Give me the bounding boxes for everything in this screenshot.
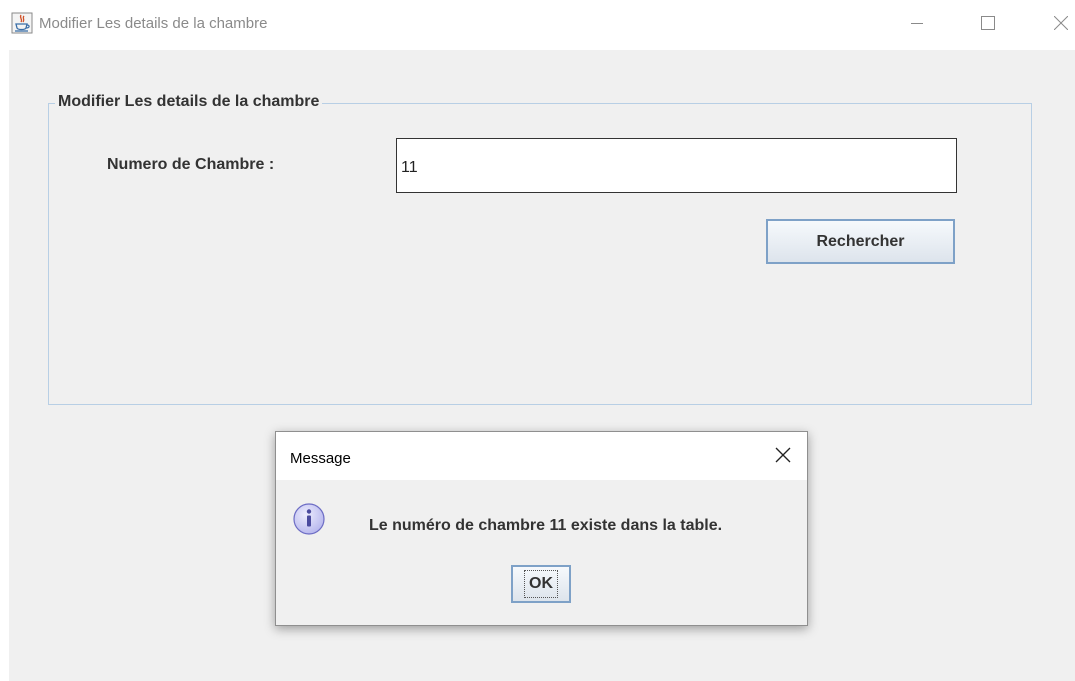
minimize-button[interactable] (896, 7, 938, 39)
group-title: Modifier Les details de la chambre (55, 93, 323, 111)
dialog-titlebar: Message (276, 432, 807, 480)
close-button[interactable] (1040, 7, 1075, 39)
search-button[interactable]: Rechercher (766, 219, 955, 264)
close-icon (775, 447, 791, 463)
window-title: Modifier Les details de la chambre (39, 15, 268, 32)
message-room-number: 11 (549, 517, 567, 534)
message-prefix: Le numéro de chambre (369, 517, 550, 534)
room-number-label: Numero de Chambre : (107, 156, 275, 173)
minimize-icon (911, 23, 923, 24)
window-titlebar: Modifier Les details de la chambre (0, 0, 1075, 50)
info-icon (292, 502, 326, 536)
java-cup-icon (11, 12, 33, 34)
message-dialog: Message Le numéro de chambre 11 existe d… (275, 431, 808, 626)
maximize-icon (981, 16, 995, 30)
dialog-close-button[interactable] (771, 443, 795, 467)
dialog-title: Message (290, 450, 351, 467)
room-number-input[interactable] (397, 139, 956, 192)
dialog-message: Le numéro de chambre 11 existe dans la t… (369, 517, 722, 535)
maximize-button[interactable] (967, 7, 1009, 39)
room-number-field[interactable] (396, 138, 957, 193)
message-suffix: existe dans la table. (566, 517, 723, 534)
close-icon (1054, 16, 1068, 30)
ok-button[interactable]: OK (511, 565, 571, 603)
ok-label: OK (524, 570, 558, 598)
